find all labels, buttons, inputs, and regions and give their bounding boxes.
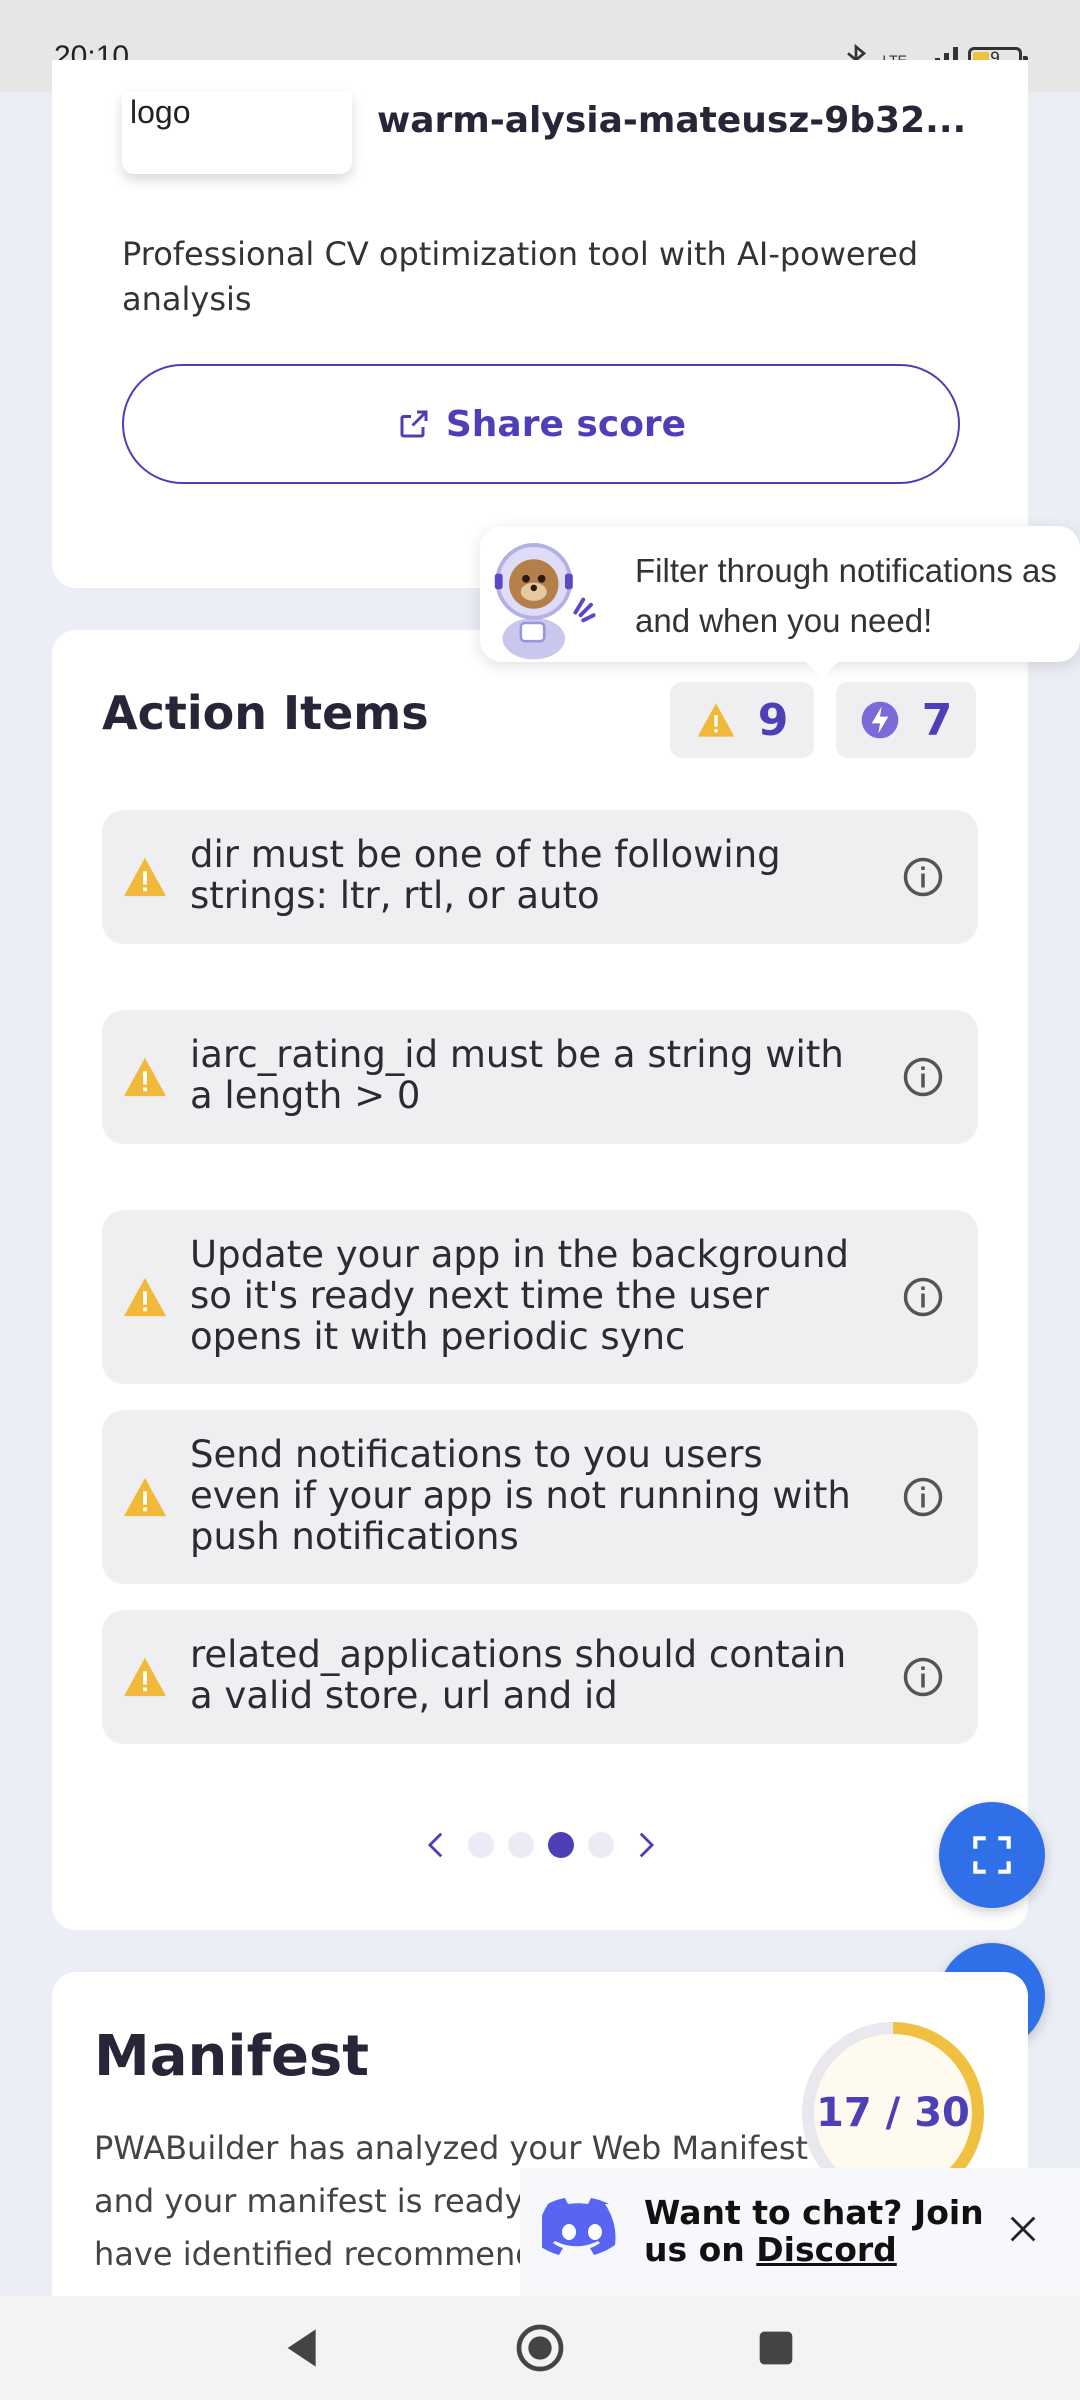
share-icon — [400, 410, 428, 438]
info-icon[interactable] — [902, 1476, 944, 1518]
site-name: warm-alysia-mateusz-9b32... — [377, 100, 967, 141]
pager-dot[interactable] — [468, 1832, 494, 1858]
recents-icon[interactable] — [748, 2320, 804, 2376]
pager-dot[interactable] — [508, 1832, 534, 1858]
app-description: Professional CV optimization tool with A… — [122, 235, 919, 318]
action-item[interactable]: related_applications should contain a va… — [102, 1610, 978, 1744]
action-item-text: Send notifications to you users even if … — [190, 1433, 851, 1558]
tooltip-text: Filter through notifications as and when… — [635, 552, 1057, 639]
close-icon[interactable] — [1006, 2212, 1040, 2246]
warning-icon — [124, 1477, 166, 1517]
discord-link[interactable]: Discord — [756, 2230, 896, 2269]
discord-invite-text: Want to chat? Join us on Discord — [644, 2194, 984, 2268]
action-items-card: Action Items 9 7 dir must be one of the … — [52, 630, 1028, 1930]
action-item-text: dir must be one of the following strings… — [190, 833, 781, 917]
pager-dot[interactable] — [588, 1832, 614, 1858]
action-item-text: related_applications should contain a va… — [190, 1633, 847, 1717]
enhancements-filter-badge[interactable]: 7 — [836, 682, 976, 758]
fullscreen-button[interactable] — [939, 1802, 1045, 1908]
info-icon[interactable] — [902, 856, 944, 898]
lightning-icon — [861, 701, 899, 739]
system-nav-bar — [0, 2296, 1080, 2400]
info-icon[interactable] — [902, 1276, 944, 1318]
discord-icon — [542, 2198, 616, 2255]
warning-icon — [124, 1277, 166, 1317]
home-icon[interactable] — [512, 2320, 568, 2376]
action-item[interactable]: Update your app in the background so it'… — [102, 1210, 978, 1384]
pager-dot-active[interactable] — [548, 1832, 574, 1858]
app-logo-alt-text: logo — [130, 94, 191, 130]
action-item[interactable]: dir must be one of the following strings… — [102, 810, 978, 944]
action-item-text: iarc_rating_id must be a string with a l… — [190, 1033, 844, 1117]
expand-icon — [973, 1836, 1011, 1874]
back-icon[interactable] — [276, 2320, 332, 2376]
share-score-button[interactable]: Share score — [122, 364, 960, 484]
action-item[interactable]: Send notifications to you users even if … — [102, 1410, 978, 1584]
warning-icon — [124, 1057, 166, 1097]
astronaut-mascot-icon — [494, 543, 596, 660]
manifest-description-line3: have identified recommende — [94, 2235, 556, 2273]
action-item-text: Update your app in the background so it'… — [190, 1233, 849, 1358]
warning-icon — [697, 703, 735, 737]
manifest-title: Manifest — [94, 2024, 370, 2089]
app-summary-card: logo warm-alysia-mateusz-9b32... Profess… — [52, 60, 1028, 588]
chevron-right-icon[interactable] — [628, 1828, 662, 1862]
warning-icon — [124, 1657, 166, 1697]
chevron-left-icon[interactable] — [420, 1828, 454, 1862]
warning-count: 9 — [757, 694, 789, 746]
manifest-score: 17 / 30 — [816, 2090, 970, 2136]
enhancement-count: 7 — [921, 694, 953, 746]
action-items-title: Action Items — [102, 686, 429, 740]
info-icon[interactable] — [902, 1656, 944, 1698]
carousel-pager — [420, 1828, 662, 1862]
onboarding-tooltip: Filter through notifications as and when… — [480, 526, 1080, 678]
warnings-filter-badge[interactable]: 9 — [670, 682, 814, 758]
warning-icon — [124, 857, 166, 897]
discord-banner: Want to chat? Join us on Discord — [520, 2168, 1080, 2296]
share-score-label: Share score — [445, 403, 687, 445]
app-logo: logo — [122, 92, 352, 174]
action-item[interactable]: iarc_rating_id must be a string with a l… — [102, 1010, 978, 1144]
info-icon[interactable] — [902, 1056, 944, 1098]
